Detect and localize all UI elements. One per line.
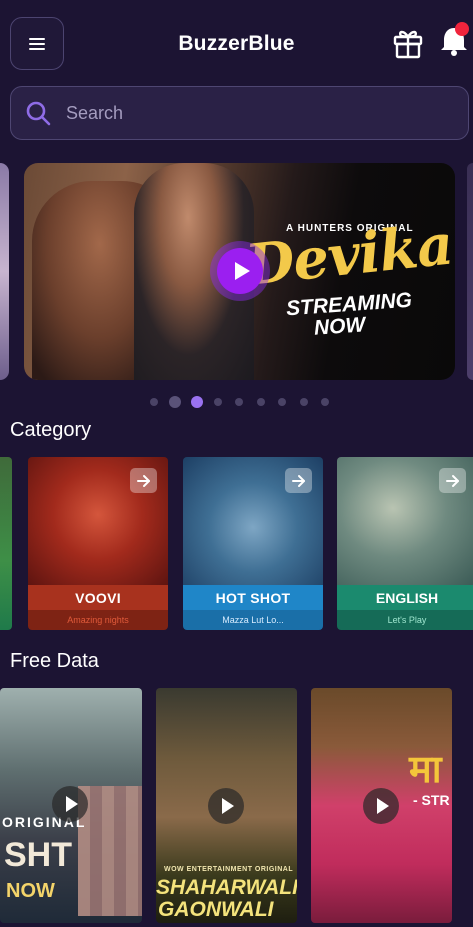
category-card-english[interactable]: ENGLISH Let's Play [337, 457, 473, 630]
arrow-right-icon [136, 474, 150, 487]
thumbnail-text: SHAHARWALI [156, 876, 297, 899]
banner-play-button[interactable] [210, 241, 270, 301]
thumbnail-text: GAONWALI [158, 898, 274, 921]
category-section-title: Category [10, 419, 92, 441]
category-label: HOT SHOT [183, 585, 323, 610]
carousel-indicator [0, 395, 473, 408]
thumbnail-text: - STR [413, 792, 450, 808]
carousel-dot[interactable] [278, 398, 286, 406]
play-button[interactable] [52, 786, 88, 822]
carousel-dot[interactable] [150, 398, 158, 406]
category-label: ENGLISH [337, 585, 473, 610]
search-input[interactable] [66, 102, 468, 124]
play-icon [221, 798, 234, 814]
category-card-peek[interactable] [0, 457, 12, 630]
carousel-dot[interactable] [321, 398, 329, 406]
category-subtitle: Mazza Lut Lo... [183, 610, 323, 630]
carousel-dot[interactable] [257, 398, 265, 406]
thumbnail-text: NOW [6, 880, 55, 902]
carousel-dot[interactable] [169, 396, 181, 408]
play-icon [376, 798, 389, 814]
arrow-right-icon [445, 474, 459, 487]
featured-banner[interactable]: A HUNTERS ORIGINAL Devika STREAMING NOW [24, 163, 455, 380]
free-data-card[interactable]: मा - STR [311, 688, 452, 923]
carousel-dot[interactable] [214, 398, 222, 406]
play-button[interactable] [208, 788, 244, 824]
category-card-hot-shot[interactable]: HOT SHOT Mazza Lut Lo... [183, 457, 323, 630]
thumbnail-text: मा [409, 749, 442, 791]
carousel-dot[interactable] [300, 398, 308, 406]
arrow-right-icon [291, 474, 305, 487]
category-card-voovi[interactable]: VOOVI Amazing nights [28, 457, 168, 630]
open-category-button[interactable] [439, 468, 466, 493]
free-data-section-title: Free Data [10, 650, 99, 672]
play-icon [217, 248, 263, 294]
carousel-dot-active[interactable] [191, 396, 203, 408]
search-bar[interactable] [10, 86, 469, 140]
thumbnail-text: WOW ENTERTAINMENT ORIGINAL [164, 866, 294, 873]
category-subtitle: Let's Play [337, 610, 473, 630]
banner-show-title: Devika [242, 211, 455, 299]
open-category-button[interactable] [130, 468, 157, 493]
play-icon [65, 796, 78, 812]
category-subtitle: Amazing nights [28, 610, 168, 630]
thumbnail-text: SHT [4, 836, 72, 874]
banner-previous-peek[interactable] [0, 163, 9, 380]
app-header: BuzzerBlue [0, 0, 473, 88]
category-label: VOOVI [28, 585, 168, 610]
notification-badge [455, 22, 469, 36]
banner-next-peek[interactable] [467, 163, 473, 380]
open-category-button[interactable] [285, 468, 312, 493]
carousel-dot[interactable] [235, 398, 243, 406]
free-data-card[interactable]: ORIGINAL SHT NOW [0, 688, 142, 923]
banner-now-text: NOW [313, 313, 367, 340]
gift-icon[interactable] [392, 26, 424, 60]
search-icon [26, 101, 51, 126]
play-button[interactable] [363, 788, 399, 824]
free-data-card[interactable]: WOW ENTERTAINMENT ORIGINAL SHAHARWALI GA… [156, 688, 297, 923]
